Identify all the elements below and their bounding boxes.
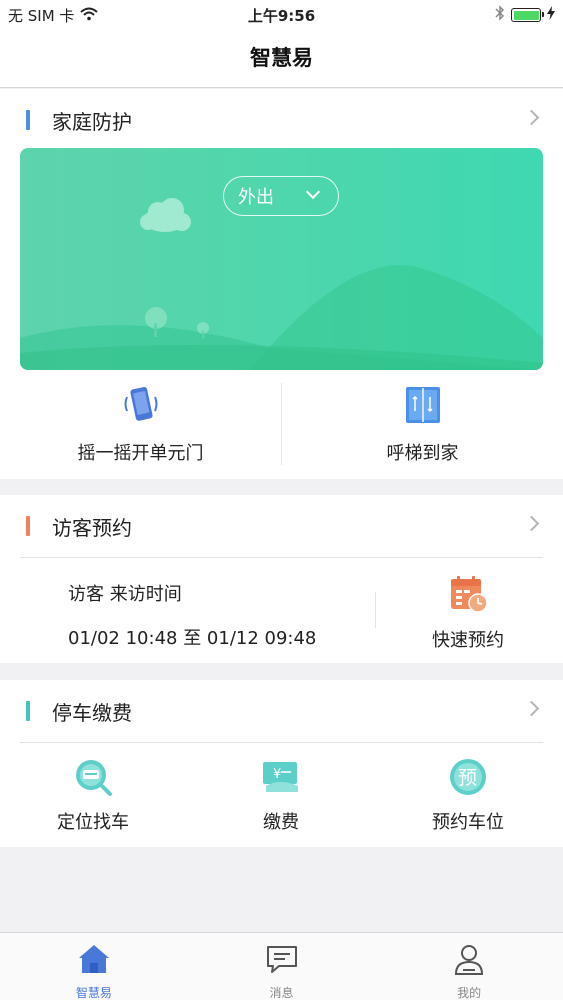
svg-text:¥: ¥ [273,767,281,782]
mode-value: 外出 [238,187,274,208]
reserve-space-label: 预约车位 [432,812,504,833]
visitor-time-label: 访客 来访时间 [68,584,182,605]
parking-title: 停车缴费 [52,700,132,725]
quick-appointment-label: 快速预约 [432,630,504,651]
tab-home[interactable]: 智慧易 [0,933,188,1000]
shake-open-door-label: 摇一摇开单元门 [77,443,204,464]
visitor-time-range: 01/02 10:48 至 01/12 09:48 [68,628,317,649]
reserve-space-button[interactable]: 预 预约车位 [398,756,538,834]
locate-car-button[interactable]: 定位找车 [23,756,163,834]
shake-open-door-button[interactable]: 摇一摇开单元门 [0,379,281,471]
reserve-icon: 预 [447,759,489,802]
parking-actions: 定位找车 ¥ 缴费 预 预约车位 [0,748,563,847]
clock: 上午9:56 [247,7,316,25]
section-accent-bar [26,516,30,536]
status-bar: 无 SIM 卡 上午9:56 [0,0,563,30]
tab-mine[interactable]: 我的 [375,933,563,1000]
chevron-right-icon[interactable] [523,109,540,126]
bluetooth-icon [495,5,505,25]
home-protection-card: 家庭防护 外出 摇一摇开单元门 呼梯到家 [0,89,563,479]
phone-shake-icon [121,385,161,429]
mode-dropdown[interactable]: 外出 [223,176,339,216]
payment-label: 缴费 [263,812,299,833]
section-accent-bar [26,110,30,130]
home-mode-banner: 外出 [20,148,543,370]
visitor-info[interactable]: 访客 来访时间 01/02 10:48 至 01/12 09:48 [68,580,316,650]
home-protection-header[interactable]: 家庭防护 [0,89,563,151]
payment-button[interactable]: ¥ 缴费 [211,756,351,834]
payment-icon: ¥ [260,762,302,802]
charging-icon [547,6,555,24]
call-elevator-label: 呼梯到家 [386,443,459,464]
elevator-icon [403,385,443,429]
svg-text:预: 预 [458,767,477,789]
divider [375,592,376,628]
nav-bar: 智慧易 [0,30,563,88]
section-accent-bar [26,701,30,721]
calendar-clock-icon [447,576,489,618]
chevron-right-icon[interactable] [523,515,540,532]
locate-car-label: 定位找车 [57,812,129,833]
call-elevator-button[interactable]: 呼梯到家 [282,379,563,471]
chevron-down-icon [305,184,321,200]
quick-appointment-button[interactable]: 快速预约 [418,574,518,652]
tab-home-label: 智慧易 [75,986,112,1000]
divider [20,742,543,743]
tab-bar: 智慧易 消息 我的 [0,932,563,1000]
tab-messages[interactable]: 消息 [188,933,376,1000]
parking-payment-card: 停车缴费 定位找车 ¥ 缴费 预 预约车位 [0,680,563,847]
page-title: 智慧易 [250,46,313,70]
home-protection-title: 家庭防护 [52,109,132,134]
car-search-icon [72,760,114,802]
tab-mine-label: 我的 [457,986,482,1000]
home-icon [77,942,111,980]
visitor-appointment-card: 访客预约 访客 来访时间 01/02 10:48 至 01/12 09:48 快… [0,495,563,663]
chevron-right-icon[interactable] [523,700,540,717]
visitor-body: 访客 来访时间 01/02 10:48 至 01/12 09:48 快速预约 [0,558,563,663]
visitor-header[interactable]: 访客预约 [0,495,563,557]
battery-icon [511,8,544,22]
parking-header[interactable]: 停车缴费 [0,680,563,742]
chat-icon [265,942,299,980]
home-actions: 摇一摇开单元门 呼梯到家 [0,379,563,471]
tab-messages-label: 消息 [269,986,294,1000]
user-icon [452,942,486,980]
visitor-title: 访客预约 [52,515,132,540]
